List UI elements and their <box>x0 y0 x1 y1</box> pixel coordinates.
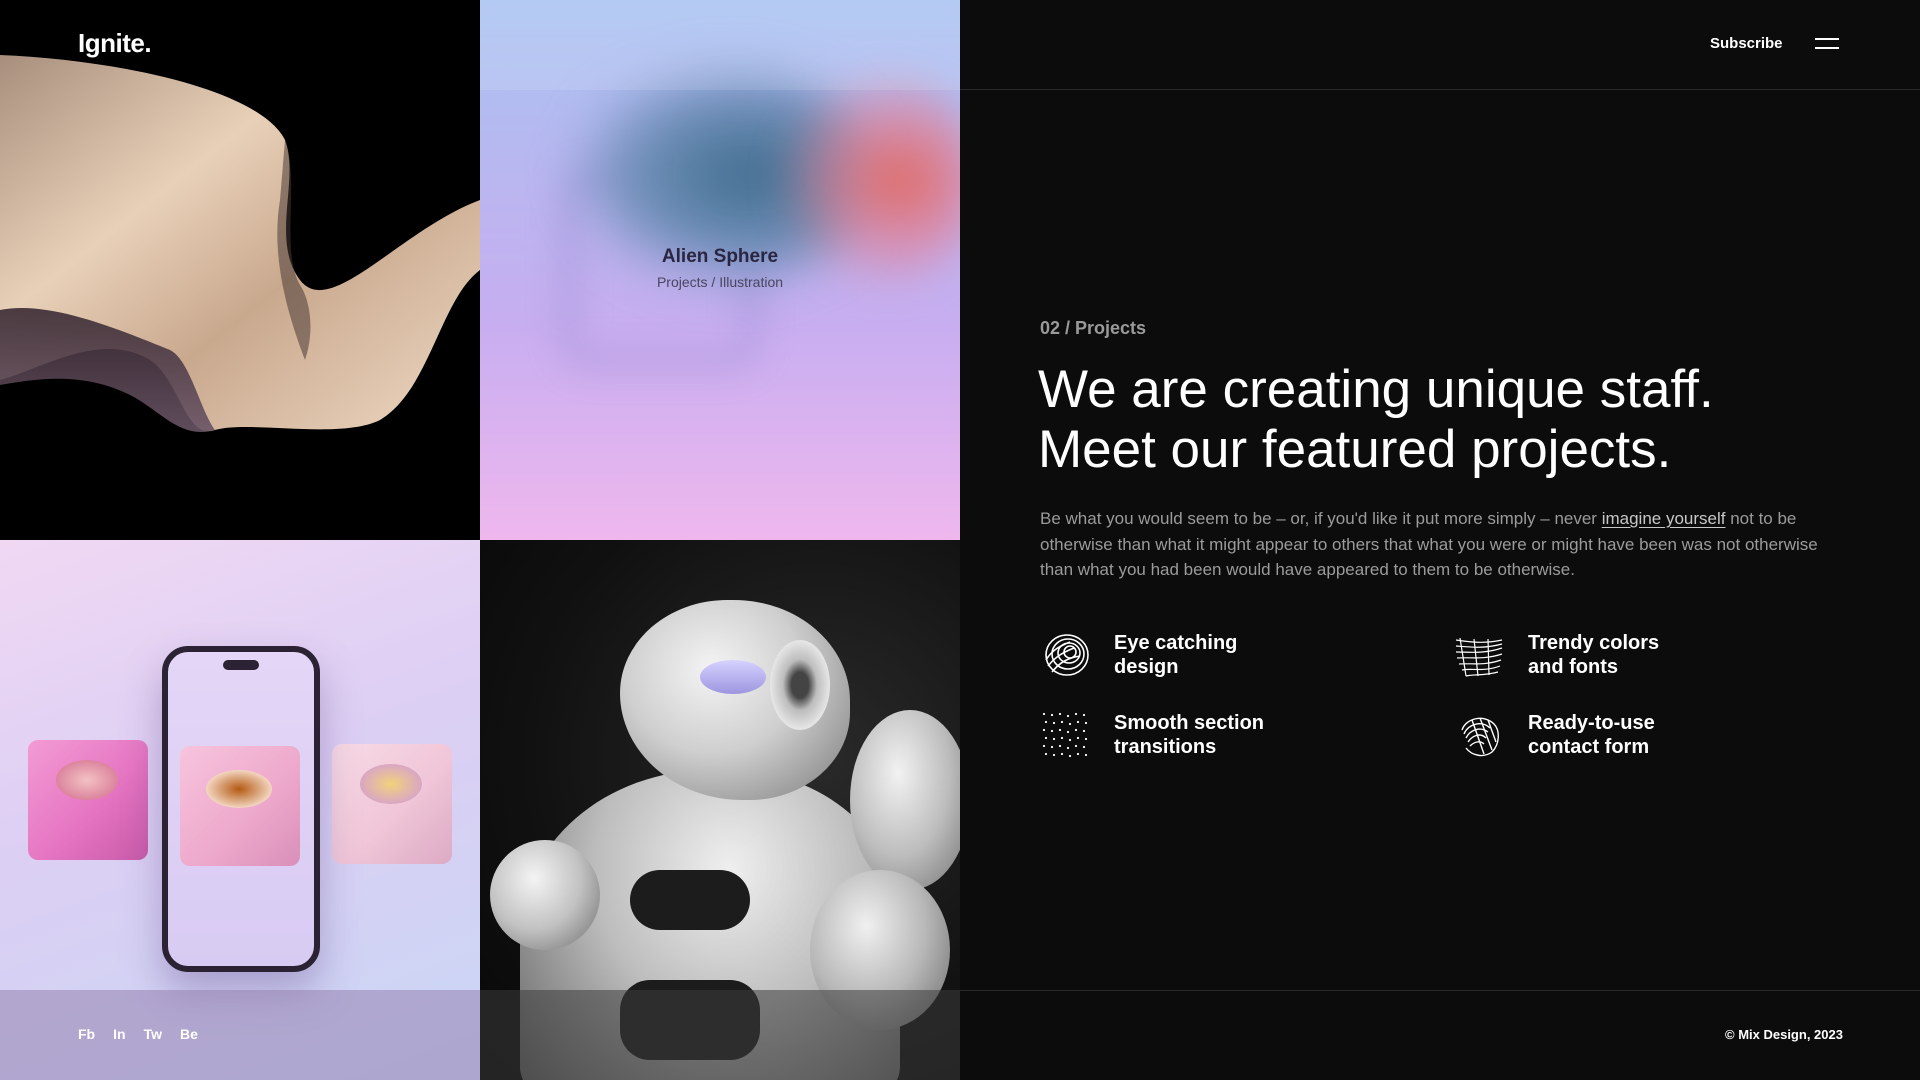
feature-item: Eye catching design <box>1040 630 1314 680</box>
robot-head <box>620 600 850 800</box>
wave-image-tile[interactable] <box>0 0 480 540</box>
project-category: Projects / Illustration <box>656 274 784 290</box>
social-links: Fb In Tw Be <box>78 1026 198 1042</box>
pale-cube-image <box>332 744 452 864</box>
spiral-icon <box>1045 634 1089 676</box>
fan-icon <box>1455 637 1503 677</box>
feature-title-line1: Trendy colors <box>1528 632 1660 654</box>
social-link-facebook[interactable]: Fb <box>78 1026 95 1042</box>
hamburger-menu-icon[interactable] <box>1815 38 1839 50</box>
feature-title-line2: transitions <box>1114 736 1217 758</box>
page-headline: We are creating unique staff. Meet our f… <box>1038 360 1858 480</box>
feature-title-line2: contact form <box>1528 736 1650 758</box>
imagine-yourself-link[interactable]: imagine yourself <box>1602 509 1726 528</box>
blurred-artwork <box>480 0 960 540</box>
center-cube-image <box>180 746 300 866</box>
brand-logo[interactable]: Ignite. <box>78 28 152 59</box>
project-title[interactable]: Alien Sphere <box>480 246 960 268</box>
feature-title-line2: design <box>1114 656 1179 678</box>
copyright-text: © Mix Design, 2023 <box>1725 1027 1843 1042</box>
pink-cube-image <box>28 740 148 860</box>
headline-line-2: Meet our featured projects. <box>1038 420 1672 479</box>
feature-title-line1: Smooth section <box>1114 712 1265 734</box>
silk-wave-illustration <box>0 55 480 432</box>
feature-title-line2: and fonts <box>1528 656 1618 678</box>
feature-item: Trendy colors and fonts <box>1454 630 1728 680</box>
feature-title-line1: Eye catching <box>1114 632 1238 654</box>
footer-divider <box>960 990 1920 991</box>
feature-title-line1: Ready-to-use <box>1528 712 1655 734</box>
social-link-twitter[interactable]: Tw <box>144 1026 162 1042</box>
subscribe-button[interactable]: Subscribe <box>1710 35 1783 52</box>
headline-line-1: We are creating unique staff. <box>1038 360 1714 419</box>
feature-item: Ready-to-use contact form <box>1454 710 1728 760</box>
shell-icon <box>1461 717 1499 757</box>
social-link-behance[interactable]: Be <box>180 1026 198 1042</box>
alien-sphere-tile[interactable]: Alien Sphere Projects / Illustration <box>480 0 960 540</box>
dot-grid-icon <box>1042 712 1088 758</box>
social-link-linkedin[interactable]: In <box>113 1026 125 1042</box>
intro-paragraph: Be what you would seem to be – or, if yo… <box>1040 509 1818 579</box>
feature-item: Smooth section transitions <box>1040 710 1314 760</box>
section-eyebrow: 02 / Projects <box>1040 318 1147 338</box>
header-divider <box>960 89 1920 90</box>
